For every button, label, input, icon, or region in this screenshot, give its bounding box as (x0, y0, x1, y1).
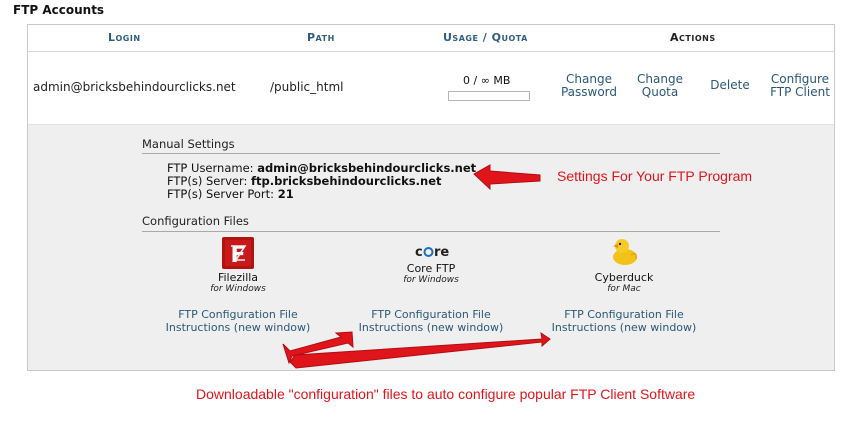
annotation-arrows (282, 164, 551, 369)
config-arrows (282, 331, 551, 369)
bottom-note: Downloadable "configuration" files to au… (196, 386, 696, 402)
settings-note: Settings For Your FTP Program (557, 168, 753, 184)
settings-arrow (473, 164, 541, 191)
